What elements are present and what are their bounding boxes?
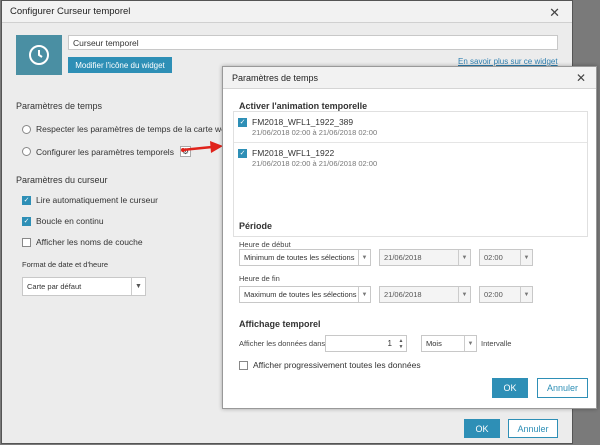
learn-more-link[interactable]: En savoir plus sur ce widget <box>458 57 558 66</box>
end-select[interactable]: Maximum de toutes les sélections ▼ <box>239 286 371 303</box>
loop-label: Boucle en continu <box>36 216 104 226</box>
start-time-value: 02:00 <box>484 253 503 262</box>
ok-button[interactable]: OK <box>492 378 528 398</box>
progressive-option[interactable]: Afficher progressivement toutes les donn… <box>239 360 421 370</box>
respect-time-option[interactable]: Respecter les paramètres de temps de la … <box>22 124 231 134</box>
checkbox[interactable] <box>22 237 31 247</box>
checkbox-checked[interactable]: ✓ <box>22 216 31 226</box>
divider <box>234 142 587 143</box>
start-time-select[interactable]: 02:00 ▼ <box>479 249 533 266</box>
display-label: Afficher les données dans <box>239 339 326 348</box>
configure-time-option[interactable]: Configurer les paramètres temporels ⚙ <box>22 146 191 157</box>
end-time-value: 02:00 <box>484 290 503 299</box>
progressive-label: Afficher progressivement toutes les donn… <box>253 360 421 370</box>
ok-button[interactable]: OK <box>464 419 500 438</box>
close-icon[interactable]: ✕ <box>549 5 560 21</box>
end-date-value: 21/06/2018 <box>384 290 422 299</box>
dialog-title: Configurer Curseur temporel <box>2 1 572 23</box>
date-format-select[interactable]: Carte par défaut ▼ <box>22 277 146 296</box>
layer-dates: 21/06/2018 02:00 à 21/06/2018 02:00 <box>252 128 378 137</box>
radio-button[interactable] <box>22 124 31 134</box>
checkbox-checked[interactable]: ✓ <box>238 148 247 158</box>
start-date-select[interactable]: 21/06/2018 ▼ <box>379 249 471 266</box>
clock-icon <box>29 45 49 65</box>
interval-label: Intervalle <box>481 339 512 348</box>
slider-params-heading: Paramètres du curseur <box>16 175 108 185</box>
end-select-value: Maximum de toutes les sélections <box>244 290 357 299</box>
display-heading: Affichage temporel <box>239 319 321 329</box>
stepper-icon[interactable]: ▲ ▼ <box>396 336 406 351</box>
layer-name: FM2018_WFL1_1922_389 <box>252 117 354 127</box>
enable-animation-heading: Activer l'animation temporelle <box>239 101 368 111</box>
checkbox[interactable] <box>239 360 248 370</box>
auto-play-option[interactable]: ✓ Lire automatiquement le curseur <box>22 195 158 205</box>
widget-icon <box>16 35 62 75</box>
checkbox-checked[interactable]: ✓ <box>22 195 31 205</box>
chevron-down-icon: ▼ <box>458 287 470 302</box>
loop-option[interactable]: ✓ Boucle en continu <box>22 216 104 226</box>
unit-value: Mois <box>426 339 442 348</box>
show-layer-names-label: Afficher les noms de couche <box>36 237 143 247</box>
chevron-down-icon: ▼ <box>458 250 470 265</box>
start-time-label: Heure de début <box>239 240 291 249</box>
show-layer-names-option[interactable]: Afficher les noms de couche <box>22 237 143 247</box>
date-format-heading: Format de date et d'heure <box>22 260 109 269</box>
unit-select[interactable]: Mois ▼ <box>421 335 477 352</box>
chevron-down-icon: ▼ <box>358 287 370 302</box>
end-time-select[interactable]: 02:00 ▼ <box>479 286 533 303</box>
cancel-button[interactable]: Annuler <box>508 419 558 438</box>
display-number-input[interactable]: 1 ▲ ▼ <box>325 335 407 352</box>
chevron-down-icon: ▼ <box>520 287 532 302</box>
red-arrow-icon <box>181 141 223 153</box>
time-params-heading: Paramètres de temps <box>16 101 103 111</box>
chevron-down-icon: ▼ <box>358 250 370 265</box>
layer-list: ✓ FM2018_WFL1_1922_389 21/06/2018 02:00 … <box>233 111 588 237</box>
date-format-value: Carte par défaut <box>27 282 82 291</box>
layer-name: FM2018_WFL1_1922 <box>252 148 335 158</box>
start-date-value: 21/06/2018 <box>384 253 422 262</box>
end-time-label: Heure de fin <box>239 274 280 283</box>
radio-button[interactable] <box>22 147 31 156</box>
close-icon[interactable]: ✕ <box>576 71 586 85</box>
display-number-value: 1 <box>387 339 392 348</box>
respect-time-label: Respecter les paramètres de temps de la … <box>36 124 231 134</box>
time-params-dialog: Paramètres de temps ✕ Activer l'animatio… <box>222 66 597 409</box>
layer-item[interactable]: ✓ FM2018_WFL1_1922_389 21/06/2018 02:00 … <box>238 117 377 137</box>
checkbox-checked[interactable]: ✓ <box>238 117 247 127</box>
start-select-value: Minimum de toutes les sélections <box>244 253 355 262</box>
chevron-down-icon: ▼ <box>131 278 145 295</box>
dialog-title: Paramètres de temps <box>223 67 596 89</box>
widget-name-input[interactable]: Curseur temporel <box>68 35 558 50</box>
cancel-button[interactable]: Annuler <box>537 378 588 398</box>
layer-dates: 21/06/2018 02:00 à 21/06/2018 02:00 <box>252 159 378 168</box>
configure-time-label: Configurer les paramètres temporels <box>36 146 174 157</box>
start-select[interactable]: Minimum de toutes les sélections ▼ <box>239 249 371 266</box>
layer-item[interactable]: ✓ FM2018_WFL1_1922 21/06/2018 02:00 à 21… <box>238 148 377 168</box>
chevron-down-icon: ▼ <box>464 336 476 351</box>
period-heading: Période <box>239 221 273 231</box>
modify-icon-button[interactable]: Modifier l'icône du widget <box>68 57 172 73</box>
auto-play-label: Lire automatiquement le curseur <box>36 195 158 205</box>
end-date-select[interactable]: 21/06/2018 ▼ <box>379 286 471 303</box>
chevron-down-icon: ▼ <box>520 250 532 265</box>
